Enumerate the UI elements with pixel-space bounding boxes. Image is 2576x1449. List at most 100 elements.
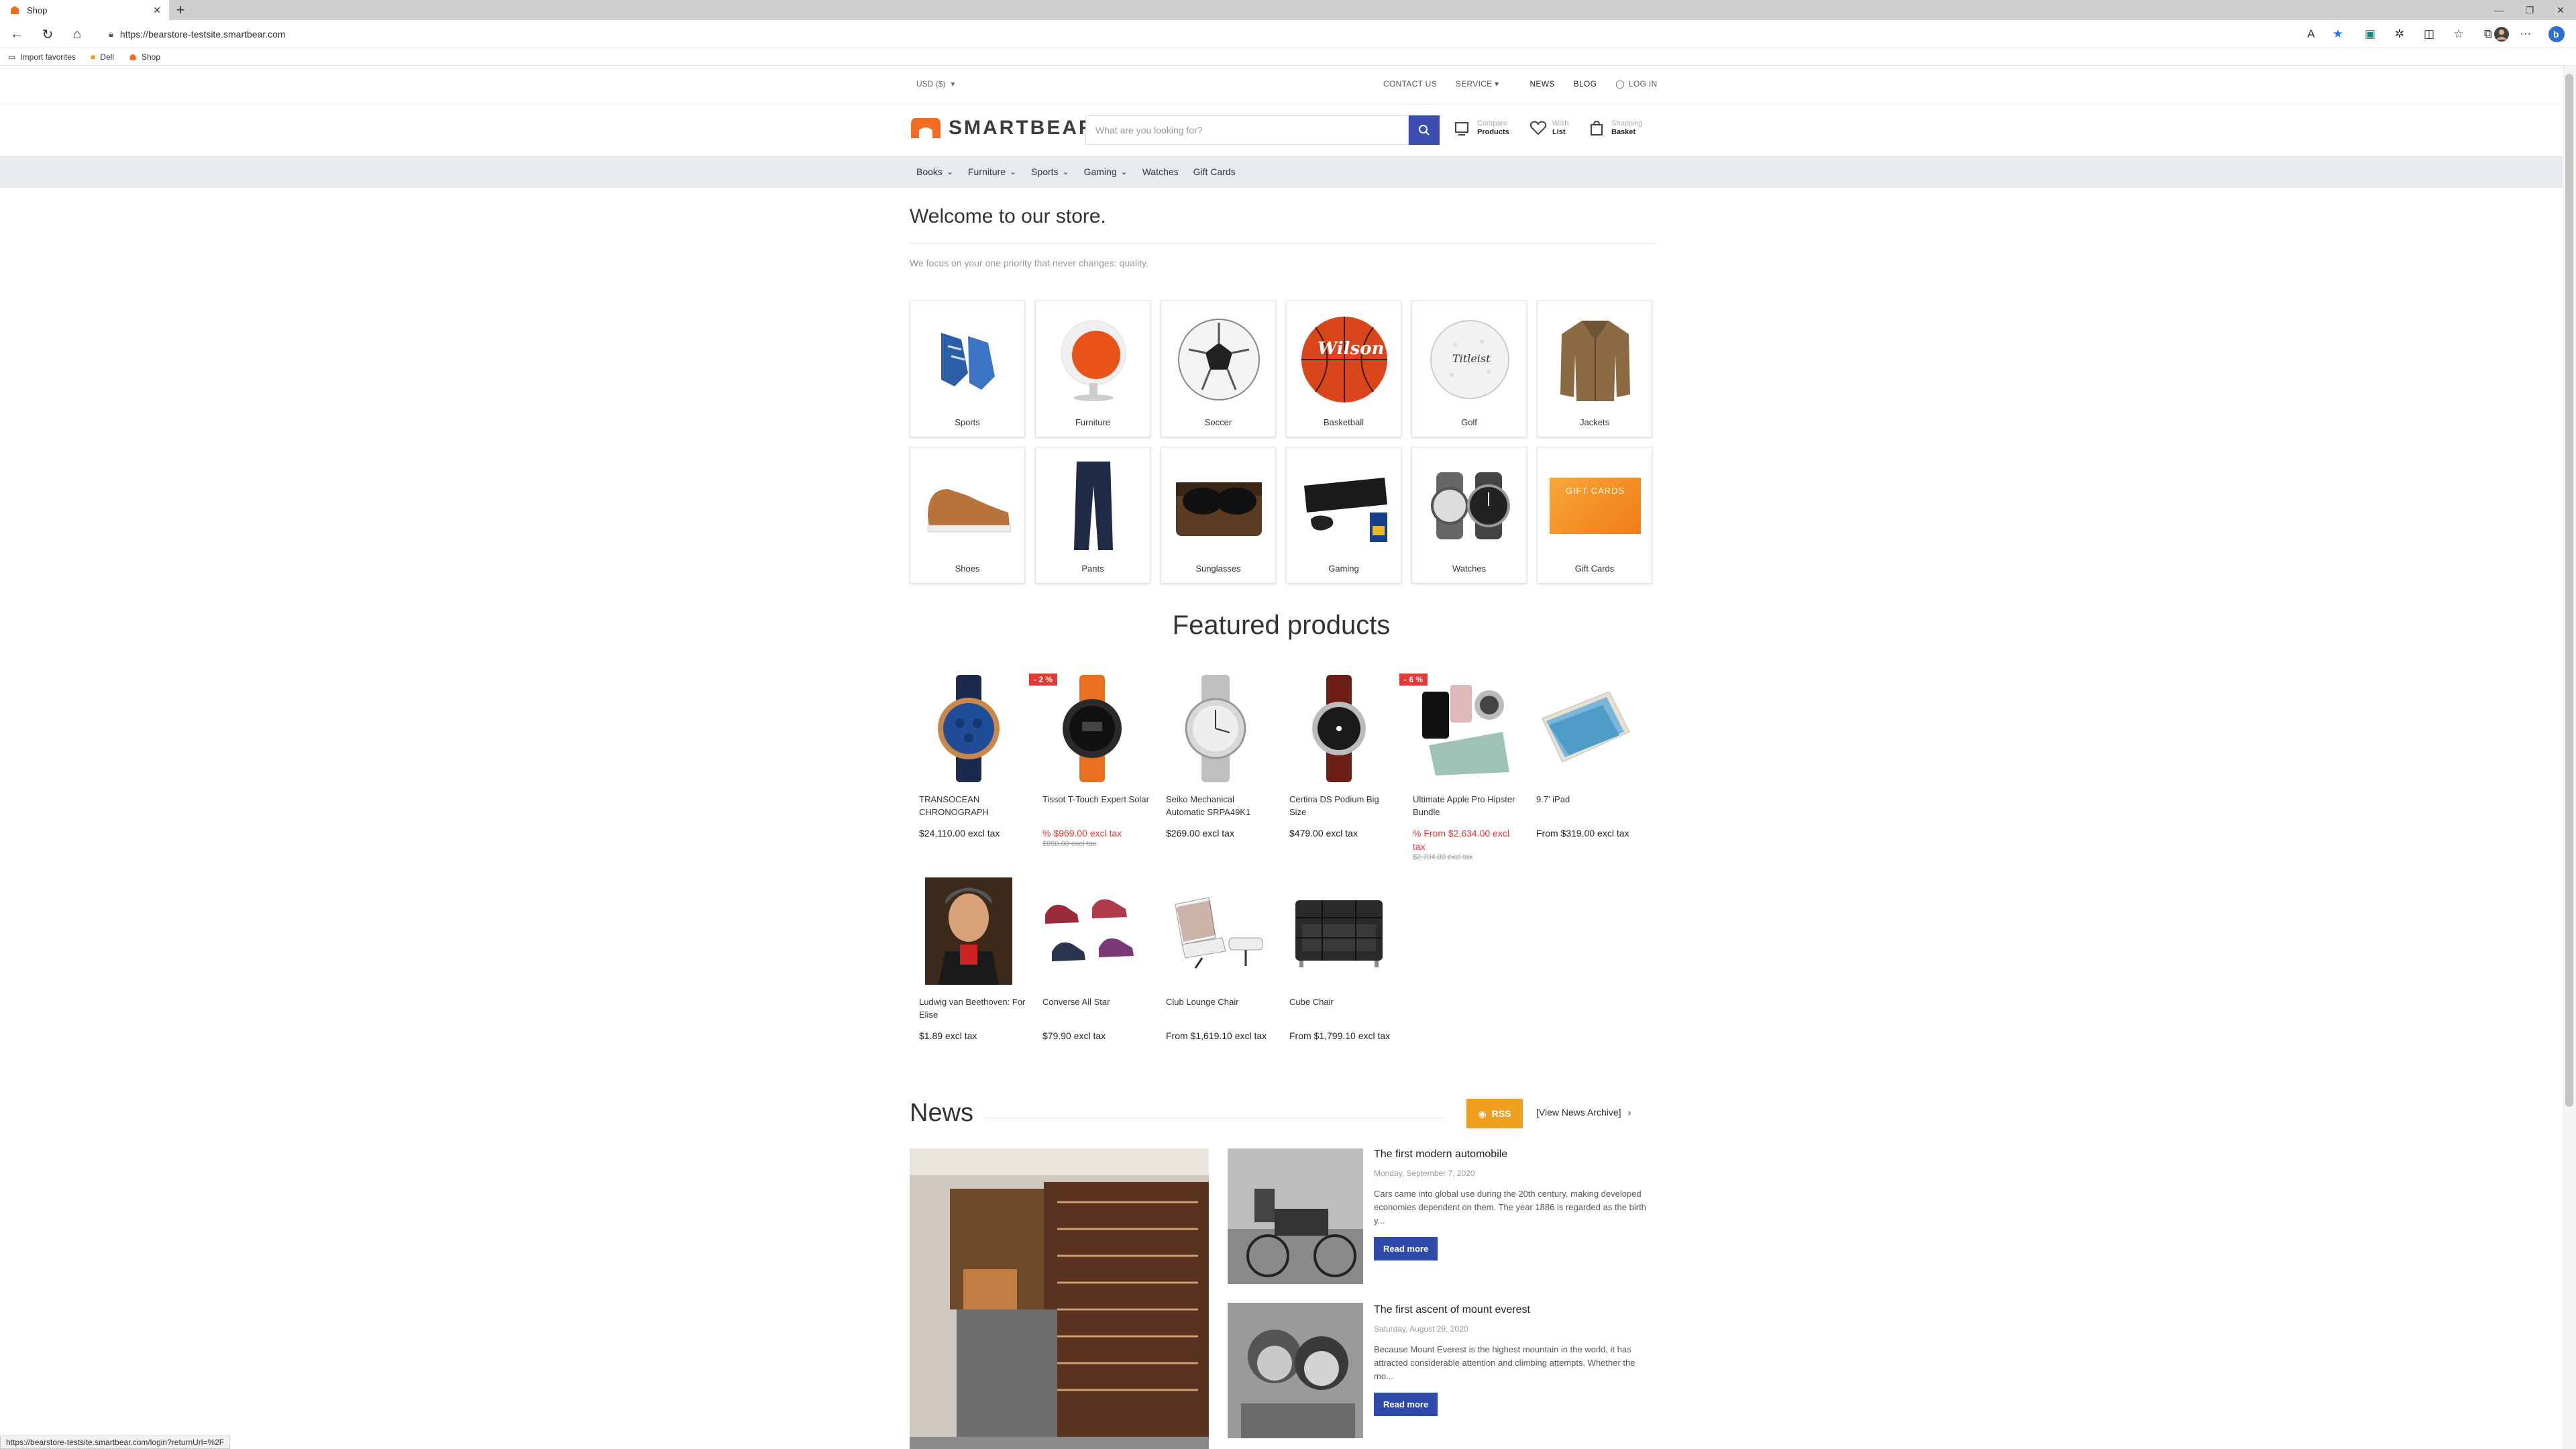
product-card[interactable]: Converse All Star $79.90 excl tax [1033, 875, 1151, 1042]
category-tile-watches[interactable]: Watches [1411, 447, 1527, 584]
favorites-icon[interactable]: ☆ [2449, 24, 2469, 44]
shopping-basket-button[interactable]: Shopping Basket [1589, 119, 1643, 137]
new-tab-icon[interactable]: + [170, 0, 191, 20]
category-tile-sports[interactable]: Sports [910, 301, 1025, 437]
favorite-star-icon[interactable]: ★ [2328, 24, 2348, 44]
category-tile-jackets[interactable]: Jackets [1537, 301, 1652, 437]
cube-chair-image [1295, 900, 1383, 967]
product-card[interactable]: - 6 % Ultimate Apple Pro Hipster Bundle … [1399, 672, 1521, 861]
close-tab-icon[interactable]: ✕ [153, 5, 161, 16]
home-icon[interactable]: ⌂ [67, 24, 87, 44]
nav-watches[interactable]: Watches [1142, 166, 1179, 177]
product-card[interactable]: Cube Chair From $1,799.10 excl tax [1280, 875, 1398, 1042]
product-card[interactable]: Club Lounge Chair From $1,619.10 excl ta… [1157, 875, 1275, 1042]
category-tile-gaming[interactable]: Gaming [1286, 447, 1401, 584]
nav-label: Furniture [967, 166, 1006, 177]
product-name[interactable]: 9.7' iPad [1527, 793, 1645, 818]
blog-link[interactable]: BLOG [1574, 79, 1597, 89]
category-tile-soccer[interactable]: Soccer [1161, 301, 1276, 437]
search-input[interactable]: What are you looking for? [1085, 115, 1409, 145]
nav-gaming[interactable]: Gaming ⌄ [1084, 166, 1128, 177]
restore-icon[interactable]: ❐ [2514, 0, 2545, 20]
search-button[interactable] [1409, 115, 1440, 145]
smartbear-logo[interactable]: SMARTBEAR [910, 117, 1095, 140]
wish-list-button[interactable]: Wish List [1529, 119, 1568, 137]
read-more-button[interactable]: Read more [1374, 1393, 1438, 1416]
console-icon [1304, 478, 1387, 542]
favorites-item-import[interactable]: ▭ Import favorites [8, 52, 76, 62]
news-thumbnail-everest[interactable] [1228, 1303, 1363, 1438]
read-aloud-icon[interactable]: A [2301, 24, 2321, 44]
news-thumbnail-automobile[interactable] [1228, 1148, 1363, 1284]
compare-products-button[interactable]: Compare Products [1454, 119, 1509, 137]
nav-sports[interactable]: Sports ⌄ [1031, 166, 1069, 177]
product-name[interactable]: Cube Chair [1280, 996, 1398, 1021]
browser-tab[interactable]: Shop ✕ [0, 0, 169, 20]
product-name[interactable]: Club Lounge Chair [1157, 996, 1275, 1021]
nav-label: Watches [1142, 166, 1179, 177]
more-options-icon[interactable]: ⋯ [2516, 24, 2536, 44]
product-name[interactable]: Ludwig van Beethoven: For Elise [910, 996, 1028, 1021]
nav-gift-cards[interactable]: Gift Cards [1193, 166, 1236, 177]
rss-label: RSS [1491, 1108, 1511, 1119]
service-menu[interactable]: SERVICE ▾ [1456, 79, 1499, 89]
category-tile-basketball[interactable]: Wilson Basketball [1286, 301, 1401, 437]
nav-books[interactable]: Books ⌄ [916, 166, 953, 177]
service-label: SERVICE [1455, 79, 1493, 89]
split-screen-icon[interactable]: ◫ [2419, 24, 2439, 44]
news-item-title[interactable]: The first ascent of mount everest [1374, 1304, 1656, 1316]
product-card[interactable]: 9.7' iPad From $319.00 excl tax [1527, 672, 1645, 840]
product-price: $479.00 excl tax [1289, 828, 1358, 839]
wish-top-label: Wish [1552, 119, 1569, 127]
category-name: Sports [955, 417, 980, 427]
category-tile-golf[interactable]: Titleist Golf [1411, 301, 1527, 437]
category-tile-sunglasses[interactable]: Sunglasses [1161, 447, 1276, 584]
product-price: From $1,619.10 excl tax [1166, 1030, 1267, 1041]
product-card[interactable]: - 2 % Tissot T-Touch Expert Solar % $969… [1029, 672, 1151, 848]
rss-button[interactable]: ◉ RSS [1466, 1099, 1523, 1128]
product-name[interactable]: Tissot T-Touch Expert Solar [1033, 793, 1151, 818]
news-hero-image[interactable] [910, 1148, 1209, 1449]
favorites-item-shop[interactable]: Shop [129, 52, 160, 62]
product-name[interactable]: Certina DS Podium Big Size [1280, 793, 1398, 818]
product-name[interactable]: Seiko Mechanical Automatic SRPA49K1 [1157, 793, 1275, 818]
product-name[interactable]: TRANSOCEAN CHRONOGRAPH [910, 793, 1028, 818]
category-tile-shoes[interactable]: Shoes [910, 447, 1025, 584]
read-more-button[interactable]: Read more [1374, 1237, 1438, 1260]
category-tile-pants[interactable]: Pants [1035, 447, 1150, 584]
scrollbar-thumb[interactable] [2565, 74, 2573, 1107]
copilot-icon[interactable]: b [2546, 24, 2567, 44]
category-name: Pants [1081, 564, 1104, 574]
favorites-item-dell[interactable]: ■ Dell [91, 52, 114, 62]
minimize-icon[interactable]: — [2483, 0, 2514, 20]
extensions-puzzle-icon[interactable]: ✲ [2390, 24, 2410, 44]
product-card[interactable]: Certina DS Podium Big Size $479.00 excl … [1280, 672, 1398, 840]
news-item-excerpt: Because Mount Everest is the highest mou… [1374, 1344, 1635, 1381]
product-card[interactable]: Seiko Mechanical Automatic SRPA49K1 $269… [1157, 672, 1275, 840]
product-card[interactable]: Ludwig van Beethoven: For Elise $1.89 ex… [910, 875, 1028, 1042]
news-item-title[interactable]: The first modern automobile [1374, 1148, 1656, 1161]
profile-avatar-icon[interactable] [2491, 24, 2512, 44]
login-link[interactable]: ◯ LOG IN [1615, 79, 1657, 89]
compare-top-label: Compare [1477, 119, 1508, 127]
category-tile-gift-cards[interactable]: GIFT CARDS Gift Cards [1537, 447, 1652, 584]
currency-selector[interactable]: USD ($) ▾ [916, 79, 955, 89]
product-name[interactable]: Ultimate Apple Pro Hipster Bundle [1403, 793, 1521, 818]
extension-icon[interactable]: ▣ [2360, 24, 2380, 44]
product-name[interactable]: Converse All Star [1033, 996, 1151, 1021]
close-window-icon[interactable]: ✕ [2545, 0, 2576, 20]
news-link[interactable]: NEWS [1529, 79, 1554, 89]
back-icon[interactable]: ← [7, 24, 27, 44]
certina-watch-image [1312, 675, 1366, 782]
archive-label: [View News Archive] [1536, 1107, 1621, 1118]
computer-museum-image [910, 1148, 1209, 1449]
product-card[interactable]: TRANSOCEAN CHRONOGRAPH $24,110.00 excl t… [910, 672, 1028, 840]
ipad-image [1542, 691, 1630, 763]
page-scrollbar[interactable] [2563, 66, 2576, 1449]
contact-us-link[interactable]: CONTACT US [1383, 79, 1437, 89]
nav-furniture[interactable]: Furniture ⌄ [968, 166, 1016, 177]
address-bar[interactable]: 🔒︎ https://bearstore-testsite.smartbear.… [106, 23, 2306, 45]
refresh-icon[interactable]: ↻ [38, 24, 58, 44]
category-tile-furniture[interactable]: Furniture [1035, 301, 1150, 437]
view-news-archive-link[interactable]: [View News Archive] › [1536, 1107, 1631, 1118]
